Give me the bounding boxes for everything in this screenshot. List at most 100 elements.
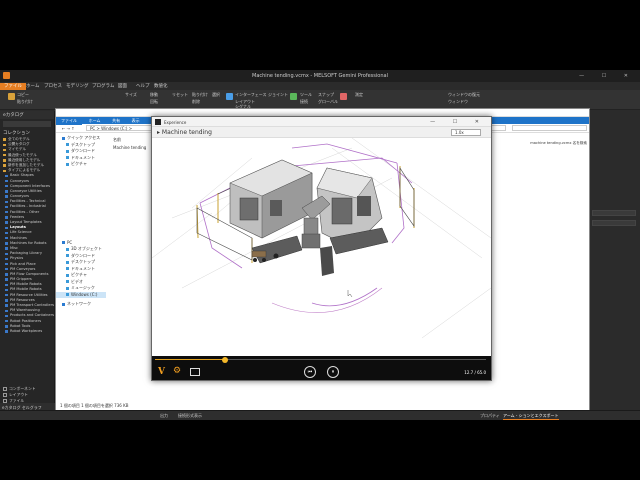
document-icon [66, 267, 69, 270]
ribbon-window[interactable]: ウィンドウ [448, 99, 468, 105]
download-icon [66, 254, 69, 257]
timeline-progress [155, 359, 225, 360]
picture-icon [66, 273, 69, 277]
interface-icon[interactable] [226, 93, 233, 100]
ribbon-paste[interactable]: 貼り付け [17, 99, 33, 105]
music-icon [66, 286, 69, 290]
file-list-header[interactable]: 名前 [113, 137, 146, 143]
explorer-search-input[interactable] [512, 125, 587, 131]
gear-icon[interactable]: ⚙ [173, 366, 181, 376]
copy-icon[interactable] [8, 93, 15, 100]
property-field[interactable] [592, 210, 636, 216]
bottom-bar: 出力 接続形式表示 プロパティ アーム - ションとエクスポート [0, 410, 640, 420]
ribbon-measure[interactable]: 測定 [355, 92, 363, 98]
nav-label: クイック アクセス [67, 135, 101, 140]
visual-components-logo-icon: V [158, 367, 165, 377]
nav-network[interactable]: ネットワーク [56, 301, 106, 308]
ribbon-move[interactable]: 移動 [150, 92, 158, 98]
player-window-controls[interactable]: — ☐ ✕ [430, 119, 487, 125]
nav-label: Windows (C:) [71, 291, 98, 297]
property-field[interactable] [592, 220, 636, 226]
model-type-list: Basic Shapes Conveyors Component Interface… [0, 173, 54, 334]
ribbon-joint[interactable]: ジョイント [268, 92, 288, 98]
cube-icon [66, 247, 69, 251]
timeline-knob[interactable] [221, 356, 228, 363]
player-window-title: Experience [164, 119, 187, 125]
file-list: 名前 Machine tending [113, 137, 146, 150]
video-icon [66, 280, 69, 283]
player-title-bar: Experience — ☐ ✕ [152, 117, 491, 127]
nav-arrows-icon[interactable]: ← → ↑ [62, 126, 75, 131]
measure-icon[interactable] [340, 93, 347, 100]
ribbon-snap[interactable]: スナップ [318, 92, 334, 98]
scene-render [152, 138, 491, 339]
playback-controls: V ⚙ ⏮ ⏸ 12.7 / 65.0 [152, 356, 491, 380]
check-label: レイアウト [9, 392, 28, 397]
tool-icon[interactable] [290, 93, 297, 100]
check-label: コンポーネント [9, 386, 36, 391]
nav-label: ミュージック [71, 285, 95, 290]
ribbon: コピー 貼り付け サイズ 移動 回転 リセット 貼り付け 削除 選択 インターフ… [0, 90, 640, 110]
speed-select[interactable]: 1.0x [451, 129, 481, 136]
tab-connection[interactable]: 接続形式表示 [178, 413, 202, 419]
tab-properties[interactable]: プロパティ [480, 413, 500, 419]
checkbox[interactable] [3, 387, 7, 391]
scene-name[interactable]: ▸ Machine tending [157, 129, 212, 136]
model-type-item[interactable]: Robot Workpieces [0, 329, 54, 334]
nav-label: デスクトップ [71, 259, 95, 264]
filter-checks: コンポーネント レイアウト ファイル [3, 386, 36, 404]
ribbon-connect[interactable]: 接続 [300, 99, 308, 105]
letterbox-top [0, 0, 640, 70]
fullscreen-icon[interactable] [190, 368, 200, 376]
file-item[interactable]: Machine tending [113, 145, 146, 150]
tab-drawing[interactable]: 図面 [114, 83, 131, 90]
ribbon-size[interactable]: サイズ [125, 92, 137, 98]
nav-label: PC [67, 239, 73, 245]
pause-button[interactable]: ⏸ [327, 366, 339, 378]
player-logo-icon [155, 119, 161, 125]
document-icon [66, 156, 69, 159]
tab-output[interactable]: 出力 [160, 413, 168, 419]
star-icon [62, 136, 65, 140]
player-header: ▸ Machine tending 1.0x [152, 127, 491, 138]
collections-list: 全てのモデル 公開カタログ マイモデル 最近使ったモデル 最近使用したモデル 新… [0, 137, 54, 173]
ribbon-tool[interactable]: ツール [300, 92, 312, 98]
nav-label: ドキュメント [71, 265, 95, 271]
nav-label: ネットワーク [67, 301, 91, 306]
drive-icon [66, 293, 69, 296]
ribbon-global[interactable]: グローバル [318, 99, 338, 105]
rewind-button[interactable]: ⏮ [304, 366, 316, 378]
panel-header: eカタログ [0, 111, 54, 119]
ribbon-paste2[interactable]: 貼り付け [192, 92, 208, 98]
tab-export[interactable]: アーム - ションとエクスポート [503, 413, 559, 420]
folder-icon [66, 143, 69, 146]
tab-numeric[interactable]: 数値化 [150, 83, 172, 90]
explorer-status: 1 個の項目 1 個の項目を選択 736 KB [60, 403, 129, 408]
right-panel [590, 110, 640, 400]
desktop-screen: Machine tending.vcmx - MELSOFT Gemini Pr… [0, 70, 640, 420]
collections-title: コレクション [3, 131, 30, 136]
ribbon-delete[interactable]: 削除 [192, 99, 200, 105]
title-bar: Machine tending.vcmx - MELSOFT Gemini Pr… [0, 70, 640, 82]
3d-viewport[interactable] [152, 138, 491, 356]
nav-label: 3D オブジェクト [71, 246, 102, 251]
catalog-search-input[interactable] [3, 121, 51, 127]
ribbon-restore-window[interactable]: ウィンドウの復元 [448, 92, 480, 98]
ribbon-copy[interactable]: コピー [17, 92, 29, 98]
download-icon [66, 149, 69, 153]
ribbon-interface[interactable]: インターフェース [235, 92, 267, 98]
ecatalog-panel: eカタログ コレクション 全てのモデル 公開カタログ マイモデル 最近使ったモデ… [0, 111, 55, 411]
window-controls[interactable]: — ☐ ✕ [579, 73, 636, 79]
pc-icon [62, 241, 65, 244]
ribbon-select[interactable]: 選択 [212, 92, 220, 98]
checkbox[interactable] [3, 393, 7, 397]
nav-label: ビデオ [71, 278, 83, 284]
window-title: Machine tending.vcmx - MELSOFT Gemini Pr… [252, 73, 388, 79]
picture-icon [66, 162, 69, 166]
ribbon-rotate[interactable]: 回転 [150, 99, 158, 105]
nav-label: ドキュメント [71, 154, 95, 160]
nav-label: ダウンロード [71, 252, 95, 258]
time-readout: 12.7 / 65.0 [464, 370, 486, 375]
ribbon-reset[interactable]: リセット [172, 92, 188, 98]
